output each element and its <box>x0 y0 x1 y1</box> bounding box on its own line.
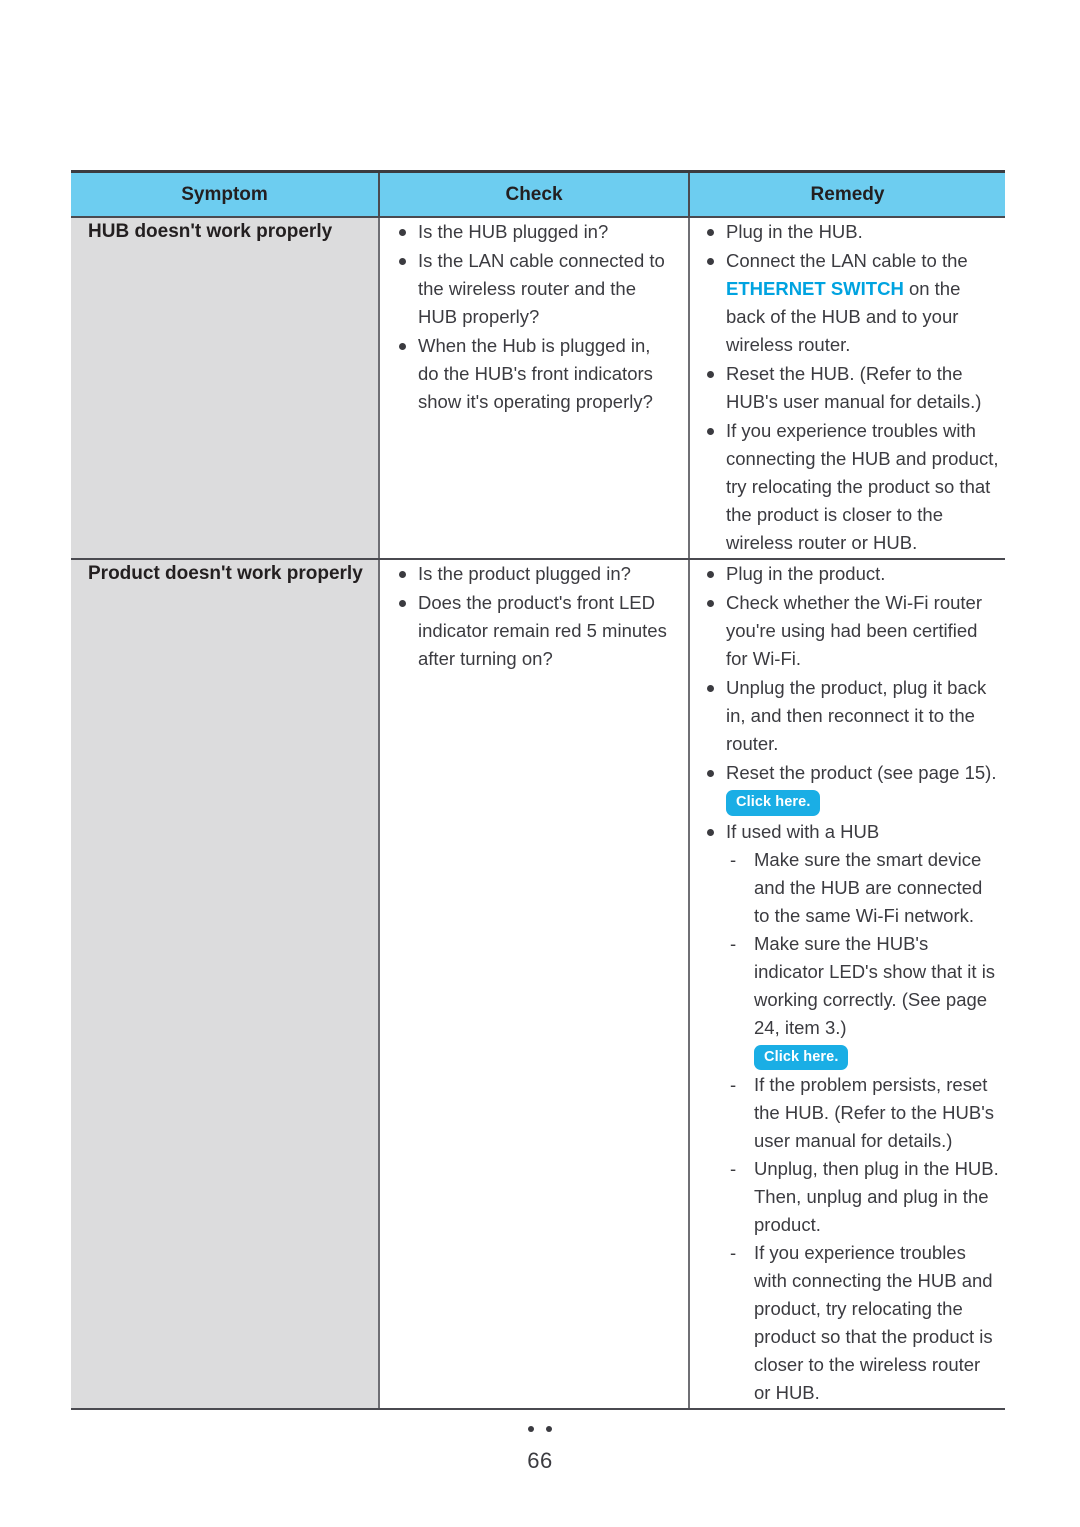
table-body: HUB doesn't work properly Is the HUB plu… <box>71 217 1005 1410</box>
check-list: Is the product plugged in? Does the prod… <box>396 560 676 673</box>
document-page: Symptom Check Remedy HUB doesn't work pr… <box>0 0 1080 1527</box>
remedy-sub-list: Make sure the smart device and the HUB a… <box>726 846 999 1408</box>
table-row: HUB doesn't work properly Is the HUB plu… <box>71 217 1005 560</box>
click-here-link[interactable]: Click here. <box>726 790 821 816</box>
table-header: Symptom Check Remedy <box>71 170 1005 218</box>
page-number: 66 <box>527 1448 553 1473</box>
remedy-text: Reset the HUB. (Refer to the HUB's user … <box>726 363 982 412</box>
footer-dot <box>528 1426 534 1432</box>
cell-remedy: Plug in the product. Check whether the W… <box>689 559 1005 1410</box>
remedy-text: If you experience troubles with connecti… <box>726 420 999 553</box>
list-item: Reset the HUB. (Refer to the HUB's user … <box>704 360 999 416</box>
list-item: If used with a HUB Make sure the smart d… <box>704 818 999 1408</box>
remedy-text: Plug in the HUB. <box>726 221 863 242</box>
cell-symptom: HUB doesn't work properly <box>71 217 380 560</box>
list-item: Is the HUB plugged in? <box>396 218 676 246</box>
list-item: If you experience troubles with connecti… <box>704 417 999 557</box>
sub-text: If you experience troubles with connecti… <box>754 1242 993 1403</box>
list-item: Unplug the product, plug it back in, and… <box>704 674 999 758</box>
remedy-text: If used with a HUB <box>726 820 880 842</box>
remedy-text: Plug in the product. <box>726 563 886 584</box>
list-item: Does the product's front LED indicator r… <box>396 589 676 673</box>
sub-list-item: Make sure the smart device and the HUB a… <box>726 846 999 930</box>
troubleshooting-table: Symptom Check Remedy HUB doesn't work pr… <box>71 170 1005 1410</box>
click-here-wrap: Click here. <box>754 1042 999 1072</box>
footer-dots-decoration <box>0 1426 1080 1432</box>
column-header-check: Check <box>379 170 690 218</box>
check-list: Is the HUB plugged in? Is the LAN cable … <box>396 218 676 416</box>
list-item: When the Hub is plugged in, do the HUB's… <box>396 332 676 416</box>
check-text: Is the product plugged in? <box>418 563 631 584</box>
table-header-row: Symptom Check Remedy <box>71 170 1005 218</box>
footer-dot <box>546 1426 552 1432</box>
cell-check: Is the product plugged in? Does the prod… <box>379 559 690 1410</box>
sub-text: Make sure the HUB's indicator LED's show… <box>754 932 996 1038</box>
check-text: When the Hub is plugged in, do the HUB's… <box>418 335 653 412</box>
page-footer: 66 <box>0 1426 1080 1474</box>
check-text: Is the HUB plugged in? <box>418 221 609 242</box>
click-here-link[interactable]: Click here. <box>754 1044 849 1070</box>
remedy-list: Plug in the HUB. Connect the LAN cable t… <box>704 218 999 557</box>
column-header-remedy: Remedy <box>689 170 1005 218</box>
remedy-text: Unplug the product, plug it back in, and… <box>726 677 987 754</box>
cell-check: Is the HUB plugged in? Is the LAN cable … <box>379 217 690 560</box>
list-item: Plug in the product. <box>704 560 999 588</box>
remedy-text: Reset the product (see page 15). <box>726 762 997 783</box>
table-row: Product doesn't work properly Is the pro… <box>71 559 1005 1410</box>
remedy-text: Check whether the Wi-Fi router you're us… <box>726 592 983 669</box>
list-item: Reset the product (see page 15). Click h… <box>704 759 999 817</box>
sub-text: If the problem persists, reset the HUB. … <box>754 1074 995 1151</box>
cell-symptom: Product doesn't work properly <box>71 559 380 1410</box>
sub-list-item: Unplug, then plug in the HUB. Then, unpl… <box>726 1155 999 1239</box>
remedy-text-pre: Connect the LAN cable to the <box>726 250 968 271</box>
check-text: Is the LAN cable connected to the wirele… <box>418 250 665 327</box>
sub-list-item: Make sure the HUB's indicator LED's show… <box>726 930 999 1072</box>
sub-text: Unplug, then plug in the HUB. Then, unpl… <box>754 1158 999 1235</box>
list-item: Connect the LAN cable to the ETHERNET SW… <box>704 247 999 359</box>
column-header-symptom: Symptom <box>71 170 380 218</box>
list-item: Check whether the Wi-Fi router you're us… <box>704 589 999 673</box>
list-item: Is the LAN cable connected to the wirele… <box>396 247 676 331</box>
list-item: Plug in the HUB. <box>704 218 999 246</box>
list-item: Is the product plugged in? <box>396 560 676 588</box>
keyword-ethernet-switch: ETHERNET SWITCH <box>726 278 904 299</box>
sub-list-item: If the problem persists, reset the HUB. … <box>726 1071 999 1155</box>
sub-text: Make sure the smart device and the HUB a… <box>754 848 983 926</box>
cell-remedy: Plug in the HUB. Connect the LAN cable t… <box>689 217 1005 560</box>
click-here-wrap: Click here. <box>726 787 999 817</box>
remedy-list: Plug in the product. Check whether the W… <box>704 560 999 1407</box>
sub-list-item: If you experience troubles with connecti… <box>726 1239 999 1407</box>
check-text: Does the product's front LED indicator r… <box>418 592 667 669</box>
